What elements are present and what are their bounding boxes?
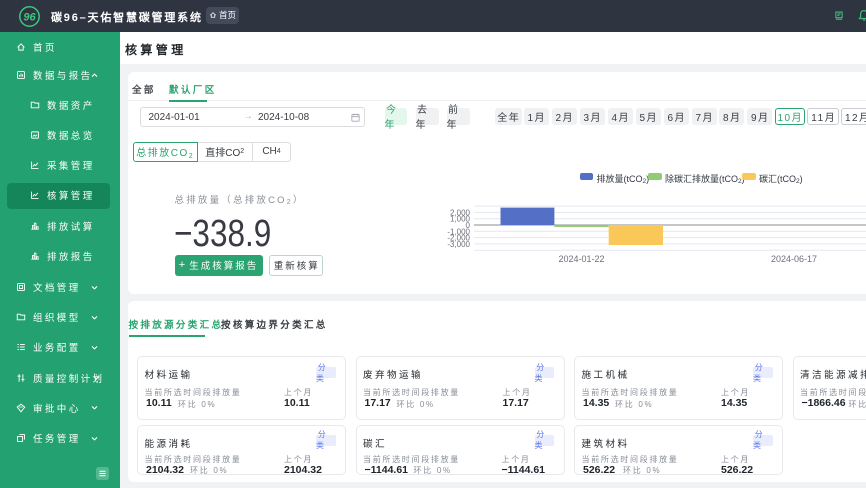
svg-text:96: 96 xyxy=(23,11,36,23)
svg-text:-3,000: -3,000 xyxy=(447,240,470,249)
svg-text:2024-06-17: 2024-06-17 xyxy=(771,254,817,264)
svg-text:2024-01-22: 2024-01-22 xyxy=(558,254,604,264)
